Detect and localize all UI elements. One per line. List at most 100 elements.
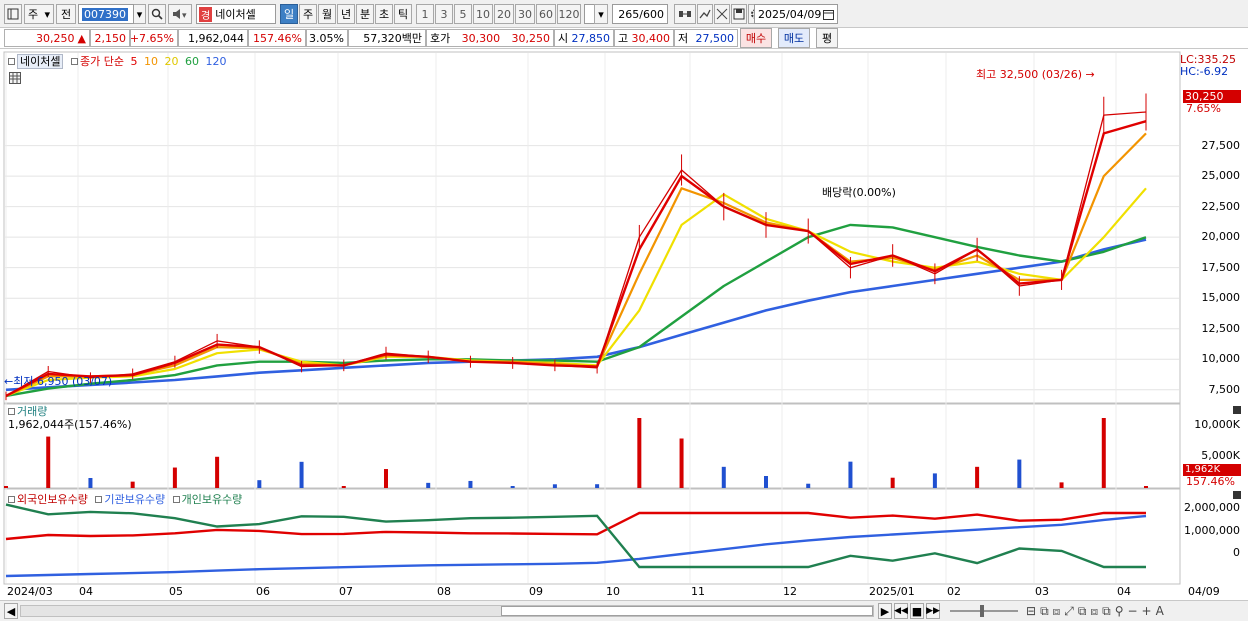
- legend-individual[interactable]: 개인보유수량: [182, 493, 243, 506]
- volume-bar: [637, 418, 642, 488]
- sell-button[interactable]: 매도: [778, 28, 810, 48]
- grid-toggle-icon[interactable]: [9, 72, 21, 84]
- holdings-legend: 외국인보유수량 기관보유수량 개인보유수량: [8, 491, 242, 507]
- holdings-panel-close-icon[interactable]: [1233, 491, 1241, 499]
- legend-ma-120: 120: [205, 55, 227, 68]
- volume-bar: [341, 486, 346, 488]
- interval-30[interactable]: 30: [515, 4, 535, 24]
- tab-second-label: 초: [378, 8, 390, 21]
- volume-title[interactable]: 거래량: [17, 405, 47, 418]
- rewind-button[interactable]: ◀◀: [894, 603, 908, 619]
- window-icon[interactable]: ⊟: [1026, 604, 1040, 618]
- view-tools[interactable]: ⊟⧉⧈⤢⧉⧈⧉⚲−+A: [1026, 604, 1168, 619]
- zoom-in-icon[interactable]: +: [1142, 604, 1156, 618]
- legend-ma-label[interactable]: 종가 단순: [80, 55, 124, 68]
- interval-20[interactable]: 20: [494, 4, 514, 24]
- volume-panel-close-icon[interactable]: [1233, 406, 1241, 414]
- holdings-y-tick: 0: [1233, 546, 1240, 559]
- volume-ratio: 157.46%: [248, 29, 306, 47]
- legend-foreign[interactable]: 외국인보유수량: [17, 493, 88, 506]
- font-size-icon[interactable]: A: [1156, 604, 1168, 618]
- open-value: 27,850: [571, 31, 611, 45]
- interval-5[interactable]: 5: [454, 4, 472, 24]
- x-axis-label: 08: [437, 585, 451, 598]
- checkbox-icon[interactable]: [8, 408, 15, 415]
- price-legend: 네이처셀 종가 단순 5 10 20 60 120: [8, 53, 226, 69]
- window-icon[interactable]: ⧉: [1040, 604, 1053, 618]
- low-value: 27,500: [695, 31, 735, 45]
- calendar-icon[interactable]: [823, 9, 834, 20]
- link-icon[interactable]: ⧉: [1102, 604, 1115, 618]
- interval-60[interactable]: 60: [536, 4, 556, 24]
- buy-button[interactable]: 매수: [740, 28, 772, 48]
- legend-institution[interactable]: 기관보유수량: [104, 493, 165, 506]
- compare-icon[interactable]: ⧈: [1090, 604, 1102, 618]
- scroll-right-button[interactable]: ▶: [878, 603, 892, 619]
- period-select[interactable]: 주 ▾: [24, 4, 54, 24]
- high-price: 고 30,400: [614, 29, 674, 47]
- date-value: 2025/04/09: [758, 7, 822, 21]
- interval-1[interactable]: 1: [416, 4, 434, 24]
- bar-count-field[interactable]: 265/600: [612, 4, 668, 24]
- save-icon: [733, 8, 745, 20]
- price-chart[interactable]: [0, 50, 1248, 600]
- zoom-out-icon[interactable]: −: [1127, 604, 1141, 618]
- zoom-button[interactable]: [674, 4, 696, 24]
- tab-day[interactable]: 일: [280, 4, 298, 24]
- stock-name: 네이처셀: [215, 8, 256, 21]
- checkbox-icon[interactable]: [172, 496, 180, 503]
- search-icon: [151, 8, 163, 20]
- price-y-tick: 25,000: [1201, 169, 1241, 183]
- layout-icon[interactable]: [4, 4, 22, 24]
- tab-tick[interactable]: 틱: [394, 4, 412, 24]
- cascade-icon[interactable]: ⧈: [1053, 604, 1065, 618]
- x-axis-label: 12: [783, 585, 797, 598]
- search-icon[interactable]: ⚲: [1115, 604, 1128, 618]
- scroll-thumb[interactable]: [501, 606, 873, 616]
- volume-bar: [172, 467, 177, 488]
- expand-icon[interactable]: ⤢: [1064, 604, 1078, 618]
- interval-120[interactable]: 120: [557, 4, 581, 24]
- trend-icon: [699, 9, 711, 19]
- volume-bar: [552, 484, 557, 488]
- speed-slider[interactable]: [950, 605, 1018, 617]
- interval-10[interactable]: 10: [473, 4, 493, 24]
- checkbox-icon[interactable]: [8, 58, 15, 65]
- price-y-tick: 22,500: [1201, 199, 1241, 213]
- stop-icon: ■: [911, 604, 923, 618]
- custom-interval-dropdown[interactable]: ▾: [594, 4, 608, 24]
- save-button[interactable]: [731, 4, 747, 24]
- tab-year[interactable]: 년: [337, 4, 355, 24]
- scroll-left-button[interactable]: ◀: [4, 603, 18, 619]
- low-annotation-text: 최저 6,950 (03/07): [13, 375, 113, 388]
- eval-button[interactable]: 평: [816, 28, 838, 48]
- tab-minute[interactable]: 분: [356, 4, 374, 24]
- compare-icon[interactable]: ⧉: [1078, 604, 1091, 618]
- date-input[interactable]: 2025/04/09: [754, 4, 838, 24]
- checkbox-icon[interactable]: [95, 496, 103, 503]
- forward-button[interactable]: ▶▶: [926, 603, 940, 619]
- stock-name-field[interactable]: 경 네이처셀: [196, 4, 276, 24]
- checkbox-icon[interactable]: [70, 58, 78, 65]
- legend-stock-name[interactable]: 네이처셀: [17, 54, 64, 69]
- prev-button[interactable]: 전: [56, 4, 76, 24]
- tab-second[interactable]: 초: [375, 4, 393, 24]
- volume-bar: [679, 438, 684, 488]
- trend-tool-button[interactable]: [697, 4, 713, 24]
- dividend-annotation-text: 배당락(0.00%): [822, 186, 896, 199]
- speaker-button[interactable]: ▾: [168, 4, 192, 24]
- stock-code-dropdown[interactable]: ▾: [134, 4, 146, 24]
- crosshair-button[interactable]: [714, 4, 730, 24]
- dividend-annotation: 배당락(0.00%): [822, 184, 896, 200]
- interval-3[interactable]: 3: [435, 4, 453, 24]
- tab-week[interactable]: 주: [299, 4, 317, 24]
- checkbox-icon[interactable]: [8, 496, 15, 503]
- speed-slider-handle[interactable]: [980, 605, 984, 617]
- volume-bar: [130, 481, 135, 488]
- scroll-track[interactable]: [20, 605, 874, 617]
- tab-month[interactable]: 월: [318, 4, 336, 24]
- stop-button[interactable]: ■: [910, 603, 924, 619]
- search-button[interactable]: [148, 4, 166, 24]
- tab-year-label: 년: [340, 8, 352, 21]
- stock-code-input[interactable]: 007390: [78, 4, 134, 24]
